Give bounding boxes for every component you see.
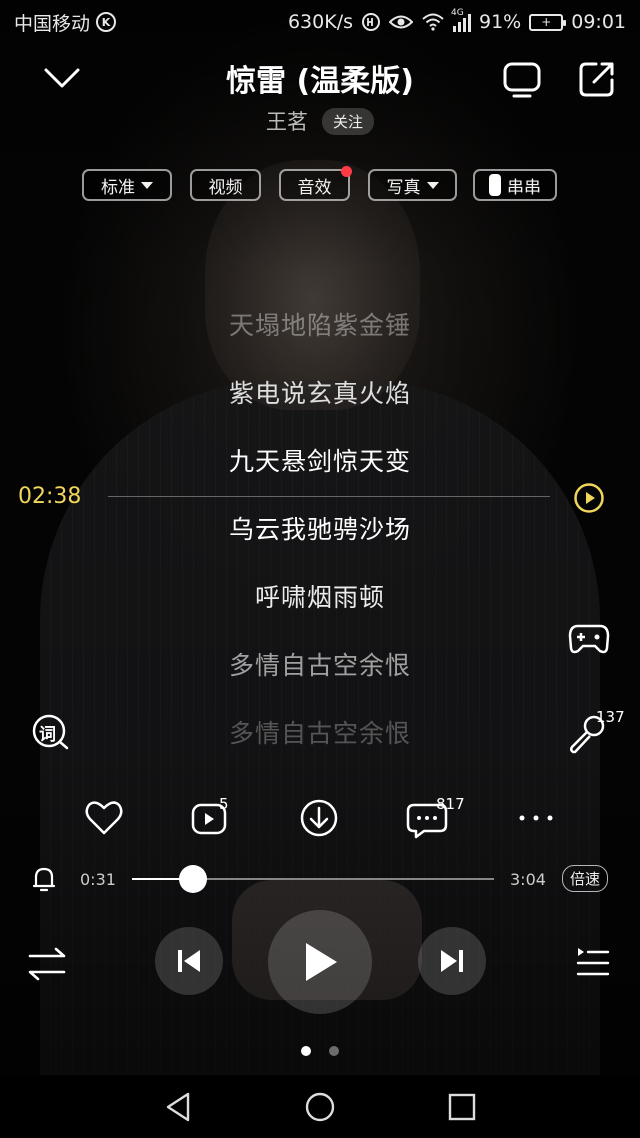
gamepad-icon[interactable] xyxy=(568,622,610,656)
current-time: 0:31 xyxy=(80,870,116,889)
download-icon[interactable] xyxy=(298,795,342,839)
lyric-seek-time: 02:38 xyxy=(18,484,82,509)
play-button[interactable] xyxy=(268,910,372,1014)
caret-down-icon xyxy=(426,181,439,189)
page-dot-active xyxy=(301,1046,311,1056)
network-type: 4G xyxy=(451,8,464,18)
lyric-line[interactable]: 多情自古空余恨 xyxy=(0,646,640,682)
action-row: 5 817 xyxy=(0,795,640,845)
status-bar: 中国移动 K 630K/s 4G 91% + 09:01 xyxy=(0,0,640,44)
share-icon[interactable] xyxy=(576,58,618,100)
heart-icon[interactable] xyxy=(82,795,126,839)
follow-button[interactable]: 关注 xyxy=(321,107,374,135)
progress-thumb[interactable] xyxy=(178,865,207,893)
duration-time: 3:04 xyxy=(510,870,546,889)
wifi-icon xyxy=(422,13,444,31)
toggle-knob xyxy=(489,174,501,196)
quality-label: 标准 xyxy=(101,177,135,198)
photo-button[interactable]: 写真 xyxy=(368,169,457,201)
shuffle-icon[interactable] xyxy=(28,947,66,981)
lyric-line[interactable]: 呼啸烟雨顿 xyxy=(0,578,640,614)
battery-percent: 91% xyxy=(479,11,522,33)
transport-controls xyxy=(0,910,640,1015)
lyric-settings-button[interactable]: 词 xyxy=(30,712,70,752)
next-icon xyxy=(441,950,463,972)
photo-label: 写真 xyxy=(386,177,421,198)
quality-standard-button[interactable]: 标准 xyxy=(82,169,172,201)
video-button[interactable]: 视频 xyxy=(190,169,261,201)
home-circle-icon[interactable] xyxy=(302,1089,338,1125)
previous-button[interactable] xyxy=(155,927,223,995)
carrier-k-badge: K xyxy=(96,12,117,32)
progress-track[interactable] xyxy=(132,865,494,893)
sound-effects-button[interactable]: 音效 xyxy=(279,166,352,201)
tv-cast-icon[interactable] xyxy=(500,58,544,102)
play-icon xyxy=(306,943,337,981)
recents-square-icon[interactable] xyxy=(444,1089,480,1125)
seek-guide-line xyxy=(108,496,550,497)
lyric-line[interactable]: 天塌地陷紫金锤 xyxy=(0,306,640,342)
playback-progress: 0:31 3:04 倍速 xyxy=(0,860,640,900)
system-nav-bar xyxy=(0,1075,640,1138)
comment-count: 817 xyxy=(436,795,465,813)
lyric-line[interactable]: 紫电说玄真火焰 xyxy=(0,374,640,410)
page-indicator xyxy=(0,1046,640,1056)
caret-down-icon xyxy=(141,181,153,189)
karaoke-button[interactable]: 137 xyxy=(566,708,625,754)
mode-toolbar: 标准 视频 音效 写真 串串 xyxy=(0,166,640,201)
battery-icon: + xyxy=(529,13,567,31)
lyric-icon-label: 词 xyxy=(39,725,56,745)
more-icon[interactable] xyxy=(514,795,558,839)
lyric-line[interactable]: 多情自古空余恨 xyxy=(0,714,640,750)
cell-signal-icon: 4G xyxy=(451,8,471,32)
player-header: 惊雷 (温柔版) xyxy=(0,50,640,110)
lyric-line[interactable]: 九天悬剑惊天变 xyxy=(0,442,640,478)
mv-button[interactable]: 5 xyxy=(190,795,234,839)
karaoke-count: 137 xyxy=(596,708,625,726)
song-title: 惊雷 (温柔版) xyxy=(226,64,414,99)
clock: 09:01 xyxy=(571,11,626,33)
bell-icon[interactable] xyxy=(30,864,58,894)
lyric-seek-line: 02:38 xyxy=(0,480,640,520)
hd-call-icon xyxy=(362,13,380,31)
page-dot xyxy=(329,1046,339,1056)
eye-icon xyxy=(389,15,413,29)
artist-name[interactable]: 王茗 xyxy=(266,106,308,136)
playback-speed-button[interactable]: 倍速 xyxy=(562,865,609,892)
net-speed: 630K/s xyxy=(287,11,353,33)
artist-row: 王茗 关注 xyxy=(0,106,640,136)
next-button[interactable] xyxy=(418,927,486,995)
video-label: 视频 xyxy=(208,177,243,198)
previous-icon xyxy=(178,950,200,972)
mv-count: 5 xyxy=(219,795,229,813)
notification-dot xyxy=(341,166,352,177)
chuanchuan-toggle[interactable]: 串串 xyxy=(473,169,557,201)
comments-button[interactable]: 817 xyxy=(406,795,465,839)
sound-effects-label: 音效 xyxy=(297,177,332,198)
chuanchuan-label: 串串 xyxy=(507,177,541,198)
playlist-icon[interactable] xyxy=(576,945,610,979)
back-triangle-icon[interactable] xyxy=(160,1089,196,1125)
play-from-lyric-icon[interactable] xyxy=(573,482,605,514)
carrier-name: 中国移动 xyxy=(14,12,91,35)
